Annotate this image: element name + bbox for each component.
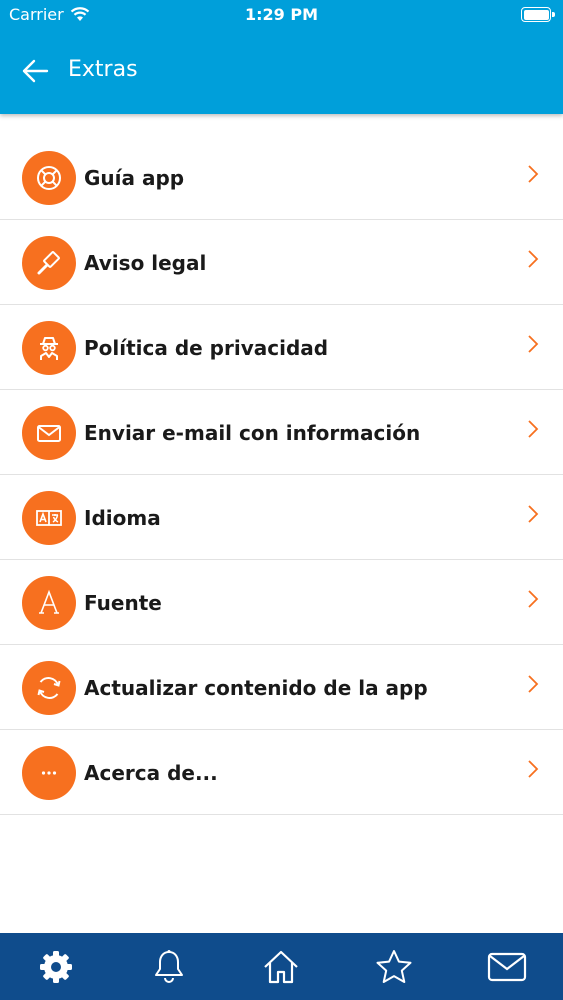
status-time: 1:29 PM — [244, 5, 318, 24]
chevron-right-icon — [523, 587, 543, 611]
menu-item-label: Aviso legal — [84, 251, 207, 275]
spy-icon — [22, 321, 76, 375]
menu-item-label: Política de privacidad — [84, 336, 329, 360]
extras-menu-list: Guía app Aviso legal Política de privaci… — [0, 135, 563, 815]
ellipsis-icon — [22, 746, 76, 800]
chevron-right-icon — [523, 162, 543, 186]
star-icon — [376, 949, 412, 983]
menu-item-label: Idioma — [84, 506, 161, 530]
tab-mail[interactable] — [477, 937, 537, 997]
menu-item-enviar-email[interactable]: Enviar e-mail con información — [0, 390, 563, 475]
menu-item-politica-privacidad[interactable]: Política de privacidad — [0, 305, 563, 390]
gear-icon — [40, 950, 73, 983]
menu-item-actualizar[interactable]: Actualizar contenido de la app — [0, 645, 563, 730]
bottom-tab-bar — [0, 933, 563, 1000]
home-icon — [264, 950, 299, 983]
tab-settings[interactable] — [26, 937, 86, 997]
tab-favorites[interactable] — [364, 937, 424, 997]
chevron-right-icon — [523, 757, 543, 781]
status-bar: Carrier 1:29 PM — [0, 0, 563, 30]
menu-item-idioma[interactable]: Idioma — [0, 475, 563, 560]
font-icon — [22, 576, 76, 630]
refresh-icon — [22, 661, 76, 715]
menu-item-acerca-de[interactable]: Acerca de... — [0, 730, 563, 815]
gavel-icon — [22, 236, 76, 290]
chevron-right-icon — [523, 332, 543, 356]
battery-icon — [521, 7, 555, 22]
mail-icon — [487, 952, 526, 981]
menu-item-label: Acerca de... — [84, 761, 218, 785]
extras-screen: Carrier 1:29 PM Extras Guía app Aviso le… — [0, 0, 563, 1000]
page-title: Extras — [68, 57, 138, 82]
chevron-right-icon — [523, 672, 543, 696]
menu-item-guia-app[interactable]: Guía app — [0, 135, 563, 220]
back-button[interactable] — [14, 50, 56, 92]
menu-item-fuente[interactable]: Fuente — [0, 560, 563, 645]
bell-icon — [154, 949, 183, 983]
translate-icon — [22, 491, 76, 545]
app-header: Carrier 1:29 PM Extras — [0, 0, 563, 114]
menu-item-label: Guía app — [84, 166, 185, 190]
chevron-right-icon — [523, 502, 543, 526]
tab-notifications[interactable] — [139, 937, 199, 997]
menu-item-aviso-legal[interactable]: Aviso legal — [0, 220, 563, 305]
menu-item-label: Enviar e-mail con información — [84, 421, 421, 445]
arrow-left-icon — [22, 59, 49, 83]
chevron-right-icon — [523, 247, 543, 271]
chevron-right-icon — [523, 417, 543, 441]
menu-item-label: Actualizar contenido de la app — [84, 676, 428, 700]
envelope-icon — [22, 406, 76, 460]
tab-home[interactable] — [251, 937, 311, 997]
menu-item-label: Fuente — [84, 591, 162, 615]
lifebuoy-icon — [22, 151, 76, 205]
